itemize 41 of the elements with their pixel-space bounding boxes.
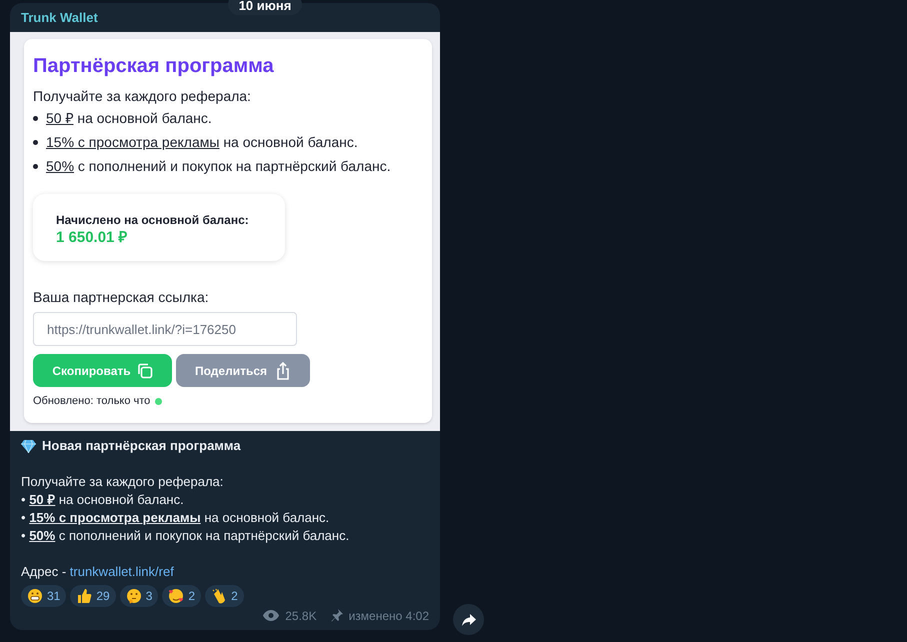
view-count: 25.8K <box>285 608 317 624</box>
forward-button[interactable] <box>453 604 484 635</box>
reaction-chip[interactable]: 3 <box>120 584 158 606</box>
caption-bullet: • 50% с пополнений и покупок на партнёрский баланс. <box>21 526 350 544</box>
address-label: Адрес - <box>21 562 68 580</box>
caption-bullet: • 15% с просмотра рекламы на основной баланс. <box>21 508 330 526</box>
balance-label: Начислено на основной баланс: <box>56 213 250 228</box>
bullet-icon <box>33 116 38 120</box>
link-label: Ваша партнерская ссылка: <box>33 288 210 306</box>
edited-time: изменено 4:02 <box>348 608 429 624</box>
bullet-text: 50% с пополнений и покупок на партнёрский баланс. <box>33 154 423 178</box>
thinking-face-icon <box>126 588 142 604</box>
share-button[interactable]: Поделиться <box>176 354 310 387</box>
intro-text: Получайте за каждого реферала: <box>33 87 252 106</box>
share-icon <box>275 362 292 380</box>
caption-intro: Получайте за каждого реферала: <box>21 472 224 490</box>
forward-arrow-icon <box>462 614 476 626</box>
pin-icon <box>330 609 343 622</box>
address-link[interactable]: trunkwallet.link/ref <box>70 562 174 580</box>
link-field[interactable]: https://trunkwallet.link/?i=176250 <box>33 312 297 346</box>
bullet-text: 50 ₽ на основной баланс. <box>33 106 423 130</box>
thumbs-up-icon <box>76 588 92 604</box>
eye-icon <box>263 610 280 621</box>
smiling-face-hearts-icon <box>168 588 184 604</box>
date-badge: 10 июня <box>228 0 302 15</box>
reaction-chip[interactable]: 2 <box>162 584 202 606</box>
bullet-icon <box>33 164 38 168</box>
sender-name[interactable]: Trunk Wallet <box>21 8 98 28</box>
bullet-icon <box>33 140 38 144</box>
reaction-chip[interactable]: 31 <box>21 584 66 606</box>
copy-icon <box>136 362 153 378</box>
caption-title: Новая партнёрская программа <box>42 436 241 455</box>
caption-bullet: • 50 ₽ на основной баланс. <box>21 490 185 508</box>
grinning-face-icon <box>27 588 43 604</box>
card-title: Партнёрская программа <box>33 54 275 79</box>
bullet-text: 15% с просмотра рекламы на основной баланс. <box>33 130 423 154</box>
reaction-chip[interactable]: 29 <box>70 584 116 606</box>
balance-value: 1 650.01 ₽ <box>56 228 129 248</box>
gem-icon <box>21 438 36 452</box>
updated-text: Обновлено: только что <box>33 394 150 409</box>
reaction-chip[interactable]: 2 <box>205 584 244 606</box>
